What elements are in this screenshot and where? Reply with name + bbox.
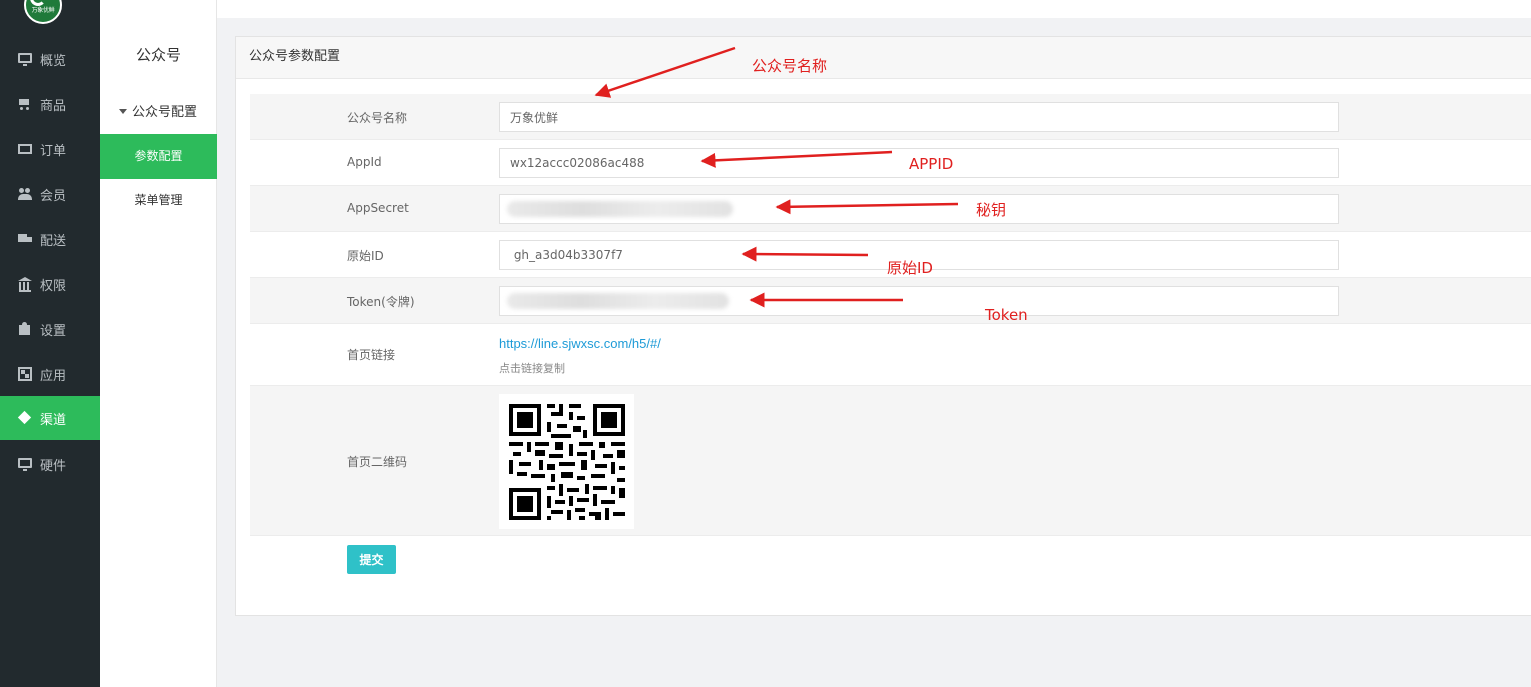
submit-button[interactable]: 提交 — [347, 545, 396, 574]
qr-code — [499, 394, 634, 529]
nav-item-label: 配送 — [40, 233, 67, 249]
nav-item-apps[interactable]: 应用 — [0, 352, 100, 396]
main-nav: 万象优鲜 概览 商品 订单 会员 配送 权限 设置 应用 渠道 硬件 — [0, 0, 100, 687]
field-row-appsecret: AppSecret — [250, 186, 1531, 232]
field-row-qrcode: 首页二维码 — [250, 386, 1531, 536]
subnav-group-label: 公众号配置 — [132, 105, 198, 120]
nav-item-hardware[interactable]: 硬件 — [0, 442, 100, 486]
nav-item-settings[interactable]: 设置 — [0, 307, 100, 351]
apps-icon — [18, 367, 32, 381]
nav-item-label: 渠道 — [40, 412, 67, 428]
field-row-name: 公众号名称 — [250, 94, 1531, 140]
annotation-appid: APPID — [909, 155, 954, 173]
nav-item-label: 应用 — [40, 368, 67, 384]
subnav-title: 公众号 — [135, 46, 181, 64]
cart-icon — [18, 97, 32, 111]
bank-icon — [18, 277, 32, 292]
field-row-appid: AppId — [250, 140, 1531, 186]
nav-item-label: 商品 — [40, 98, 67, 114]
brand-logo[interactable]: 万象优鲜 — [24, 0, 62, 24]
field-label: 公众号名称 — [347, 111, 408, 125]
field-row-home-link: 首页链接 https://line.sjwxsc.com/h5/#/ 点击链接复… — [250, 324, 1531, 386]
field-label: 首页链接 — [347, 348, 396, 362]
nav-item-permissions[interactable]: 权限 — [0, 262, 100, 306]
cube-icon — [18, 411, 32, 425]
nav-item-label: 会员 — [40, 188, 67, 204]
nav-item-label: 硬件 — [40, 458, 67, 474]
desktop-icon — [18, 458, 32, 471]
monitor-icon — [18, 53, 32, 66]
users-icon — [18, 187, 32, 201]
nav-item-label: 权限 — [40, 278, 67, 294]
nav-item-delivery[interactable]: 配送 — [0, 217, 100, 261]
logo-text: 万象优鲜 — [31, 7, 55, 14]
copy-tip: 点击链接复制 — [499, 362, 565, 375]
sub-nav: 公众号 公众号配置 参数配置 菜单管理 — [100, 0, 217, 687]
annotation-origin-id: 原始ID — [887, 259, 933, 277]
nav-item-label: 概览 — [40, 53, 67, 69]
home-link[interactable]: https://line.sjwxsc.com/h5/#/ — [499, 336, 661, 351]
nav-item-goods[interactable]: 商品 — [0, 82, 100, 126]
field-label: AppId — [347, 155, 382, 169]
nav-item-members[interactable]: 会员 — [0, 172, 100, 216]
caret-down-icon — [119, 109, 127, 114]
nav-item-overview[interactable]: 概览 — [0, 37, 100, 81]
obscured-token — [507, 293, 729, 309]
ticket-icon — [18, 144, 32, 154]
puzzle-icon — [18, 322, 32, 336]
config-panel: 公众号参数配置 公众号名称 AppId AppSecret 原始ID Token… — [235, 36, 1531, 616]
obscured-secret — [507, 201, 733, 217]
nav-item-label: 订单 — [40, 143, 67, 159]
nav-item-orders[interactable]: 订单 — [0, 127, 100, 171]
annotation-name: 公众号名称 — [752, 57, 828, 75]
field-label: Token(令牌) — [347, 295, 415, 309]
truck-icon — [18, 232, 32, 246]
qr-code-icon — [499, 394, 634, 529]
subnav-item-params[interactable]: 参数配置 — [100, 134, 217, 179]
field-label: 首页二维码 — [347, 455, 408, 469]
subnav-item-menu[interactable]: 菜单管理 — [100, 178, 217, 223]
top-bar — [217, 0, 1531, 18]
nav-item-channels[interactable]: 渠道 — [0, 396, 100, 440]
field-label: 原始ID — [347, 249, 384, 263]
subnav-group-toggle[interactable]: 公众号配置 — [119, 101, 197, 120]
annotation-secret: 秘钥 — [976, 201, 1007, 219]
account-name-input[interactable] — [499, 102, 1339, 132]
nav-item-label: 设置 — [40, 323, 67, 339]
field-row-token: Token(令牌) — [250, 278, 1531, 324]
field-label: AppSecret — [347, 201, 409, 215]
annotation-token: Token — [985, 306, 1028, 324]
panel-title: 公众号参数配置 — [236, 37, 1531, 79]
